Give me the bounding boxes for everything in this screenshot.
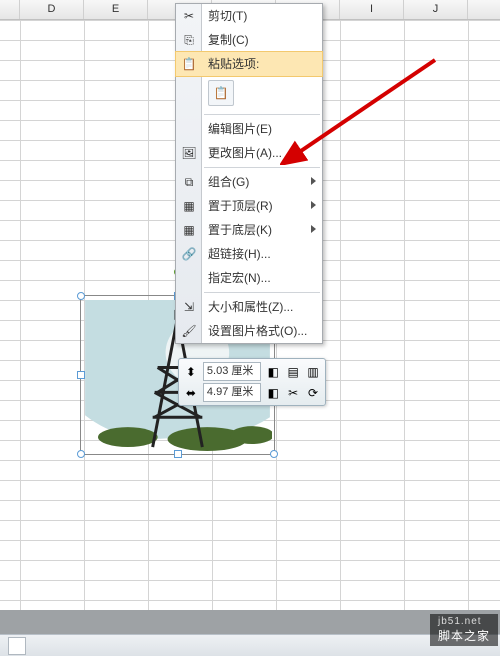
mini-toolbar: ⬍ 5.03 厘米 ◧ ▤ ▥ ⬌ 4.97 厘米 ◧ ✂ ⟳ [178,358,326,406]
col-header[interactable]: D [20,0,84,19]
menu-label: 超链接(H)... [208,247,271,261]
crop-button[interactable]: ✂ [285,384,301,402]
format-icon: 🖌 [180,322,198,340]
spinner-icon[interactable]: ◧ [265,384,281,402]
col-header[interactable]: I [340,0,404,19]
menu-label: 剪切(T) [208,9,247,23]
picture-context-menu: ✂ 剪切(T) ⎘ 复制(C) 📋 粘贴选项: 📋 编辑图片(E) 🖼 更改图片… [175,3,323,344]
bring-front-icon: ▦ [180,197,198,215]
paste-icon: 📋 [180,55,198,73]
bring-forward-button[interactable]: ▤ [285,363,301,381]
paste-option-picture[interactable]: 📋 [208,80,234,106]
spinner-icon[interactable]: ◧ [265,363,281,381]
sheet-tab-bar[interactable] [0,634,500,656]
copy-icon: ⎘ [180,31,198,49]
resize-handle[interactable] [270,450,278,458]
height-input[interactable]: 5.03 厘米 [203,362,261,381]
menu-assign-macro[interactable]: 指定宏(N)... [176,266,322,290]
menu-label: 置于顶层(R) [208,199,273,213]
resize-handle[interactable] [77,371,85,379]
menu-label: 置于底层(K) [208,223,272,237]
menu-group[interactable]: ⧉ 组合(G) [176,170,322,194]
menu-size-properties[interactable]: ⇲ 大小和属性(Z)... [176,295,322,319]
col-header[interactable]: J [404,0,468,19]
menu-edit-picture[interactable]: 编辑图片(E) [176,117,322,141]
send-back-icon: ▦ [180,221,198,239]
menu-send-to-back[interactable]: ▦ 置于底层(K) [176,218,322,242]
submenu-arrow-icon [311,225,316,233]
menu-copy[interactable]: ⎘ 复制(C) [176,28,322,52]
cut-icon: ✂ [180,7,198,25]
rotate-button[interactable]: ⟳ [305,384,321,402]
submenu-arrow-icon [311,201,316,209]
menu-label: 组合(G) [208,175,249,189]
resize-handle[interactable] [77,292,85,300]
size-icon: ⇲ [180,298,198,316]
menu-format-picture[interactable]: 🖌 设置图片格式(O)... [176,319,322,343]
menu-paste-options-header: 📋 粘贴选项: [176,52,322,76]
group-icon: ⧉ [180,173,198,191]
width-icon: ⬌ [183,384,199,402]
menu-label: 编辑图片(E) [208,122,272,136]
menu-label: 粘贴选项: [208,57,259,71]
change-picture-icon: 🖼 [180,144,198,162]
col-header[interactable]: E [84,0,148,19]
menu-change-picture[interactable]: 🖼 更改图片(A)... [176,141,322,165]
height-icon: ⬍ [183,363,199,381]
resize-handle[interactable] [77,450,85,458]
watermark: jb51.net 脚本之家 [430,614,498,646]
hyperlink-icon: 🔗 [180,245,198,263]
menu-label: 指定宏(N)... [208,271,271,285]
sheet-nav-button[interactable] [8,637,26,655]
resize-handle[interactable] [174,450,182,458]
width-input[interactable]: 4.97 厘米 [203,383,261,402]
menu-label: 设置图片格式(O)... [208,324,307,338]
send-backward-button[interactable]: ▥ [305,363,321,381]
menu-cut[interactable]: ✂ 剪切(T) [176,4,322,28]
menu-hyperlink[interactable]: 🔗 超链接(H)... [176,242,322,266]
window-divider [0,610,500,634]
menu-label: 更改图片(A)... [208,146,282,160]
submenu-arrow-icon [311,177,316,185]
menu-label: 大小和属性(Z)... [208,300,293,314]
menu-label: 复制(C) [208,33,249,47]
menu-bring-to-front[interactable]: ▦ 置于顶层(R) [176,194,322,218]
